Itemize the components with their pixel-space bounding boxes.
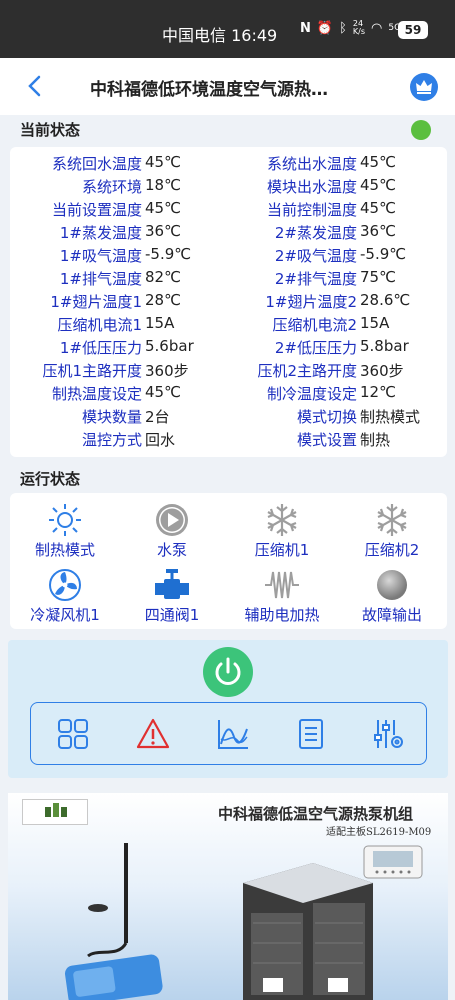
status-row: 系统回水温度 45℃ 系统出水温度 45℃ xyxy=(51,153,396,173)
brand-logo xyxy=(22,799,88,825)
control-panel xyxy=(8,640,448,778)
run-item-label: 水泵 xyxy=(156,541,187,559)
pump-play-icon xyxy=(156,504,188,536)
status-row: 1#排气温度 82℃ 2#排气温度 75℃ xyxy=(59,268,396,288)
status-icons: N ⏰ ᛒ 24 K/s ◠ 5G xyxy=(300,20,401,36)
function-toolbar xyxy=(30,702,427,765)
carrier-time: 中国电信 16:49 xyxy=(162,26,278,45)
run-status-card: 制热模式 水泵 压缩机1 压缩机2 冷凝风机1 四通阀1 辅助电加热 故障输出 xyxy=(10,493,447,629)
run-item-condenser-fan-1: 冷凝风机1 xyxy=(10,568,120,625)
run-item-label: 辅助电加热 xyxy=(244,606,320,624)
status-row: 压缩机电流1 15A 压缩机电流2 15A xyxy=(57,314,390,334)
settings-sliders-icon[interactable] xyxy=(371,717,405,751)
sun-icon xyxy=(49,504,81,536)
run-item-label: 压缩机1 xyxy=(254,541,310,559)
run-item-aux-electric-heating: 辅助电加热 xyxy=(227,568,337,625)
network-speed: 24 K/s xyxy=(352,19,365,36)
fan-icon xyxy=(49,569,81,601)
run-item-compressor-2: 压缩机2 xyxy=(337,503,447,560)
banner-subtitle: 适配主板SL2619-M09 xyxy=(326,827,432,838)
current-status-title: 当前状态 xyxy=(20,121,81,139)
status-row: 模块数量 2台 模式切换 制热模式 xyxy=(81,408,421,426)
run-item-heating-mode: 制热模式 xyxy=(10,503,120,560)
banner-title: 中科福德低温空气源热泵机组 xyxy=(218,805,414,823)
heater-coil-icon xyxy=(265,571,299,599)
alarm-icon: ⏰ xyxy=(316,20,334,36)
run-status-title: 运行状态 xyxy=(20,470,81,488)
run-item-label: 四通阀1 xyxy=(144,606,200,624)
run-item-compressor-1: 压缩机1 xyxy=(227,503,337,560)
run-item-label: 制热模式 xyxy=(34,541,95,559)
system-status-bar: 中国电信 16:49 N ⏰ ᛒ 24 K/s ◠ 5G 59 xyxy=(0,0,455,58)
status-row: 1#翅片温度1 28℃ 1#翅片温度2 28.6℃ xyxy=(50,291,411,311)
status-row: 系统环境 18℃ 模块出水温度 45℃ xyxy=(81,176,396,196)
power-button[interactable] xyxy=(203,647,253,697)
run-item-fault-output: 故障输出 xyxy=(337,568,447,625)
current-status-card: 系统回水温度 45℃ 系统出水温度 45℃ 系统环境 18℃ 模块出水温度 45℃ 当前设置… xyxy=(10,147,447,457)
status-row: 温控方式 回水 模式设置 制热 xyxy=(81,431,391,449)
document-list-icon[interactable] xyxy=(294,717,328,751)
status-row: 当前设置温度 45℃ 当前控制温度 45℃ xyxy=(51,199,396,219)
snowflake-icon xyxy=(267,504,297,536)
run-item-label: 故障输出 xyxy=(361,606,422,624)
nfc-icon: N xyxy=(300,20,311,36)
valve-icon xyxy=(155,569,189,599)
antenna-gateway-image xyxy=(64,843,163,1000)
status-row: 压机1主路开度 360步 压机2主路开度 360步 xyxy=(42,362,404,380)
run-item-four-way-valve-1: 四通阀1 xyxy=(117,568,227,625)
snowflake-icon xyxy=(377,504,407,536)
crown-icon xyxy=(416,80,432,94)
run-item-label: 冷凝风机1 xyxy=(30,606,100,624)
battery-indicator: 59 xyxy=(398,21,428,39)
heat-pump-unit-image xyxy=(243,863,373,1000)
fault-indicator-icon xyxy=(377,570,407,600)
back-arrow-icon[interactable] xyxy=(24,74,48,98)
curve-chart-icon[interactable] xyxy=(216,717,250,751)
alarm-warning-icon[interactable] xyxy=(136,717,170,751)
status-row: 1#吸气温度 -5.9℃ 2#吸气温度 -5.9℃ xyxy=(59,245,407,265)
page-title: 中科福德低环境温度空气源热… xyxy=(90,80,328,100)
online-status-indicator xyxy=(411,120,431,140)
status-row: 制热温度设定 45℃ 制冷温度设定 12℃ xyxy=(51,383,396,403)
product-banner: 中科福德低温空气源热泵机组 适配主板SL2619-M09 xyxy=(8,793,448,1000)
vip-crown-button[interactable] xyxy=(410,73,438,101)
power-icon xyxy=(215,657,241,685)
app-header: 中科福德低环境温度空气源热… xyxy=(0,58,455,115)
run-item-water-pump: 水泵 xyxy=(117,503,227,560)
wifi-icon: ◠ xyxy=(371,20,383,36)
bluetooth-icon: ᛒ xyxy=(339,20,347,36)
grid-menu-icon[interactable] xyxy=(56,717,90,751)
status-row: 1#蒸发温度 36℃ 2#蒸发温度 36℃ xyxy=(59,222,396,242)
logo-mark-icon xyxy=(45,803,67,817)
status-row: 1#低压压力 5.6bar 2#低压压力 5.8bar xyxy=(59,337,409,357)
run-item-label: 压缩机2 xyxy=(364,541,420,559)
